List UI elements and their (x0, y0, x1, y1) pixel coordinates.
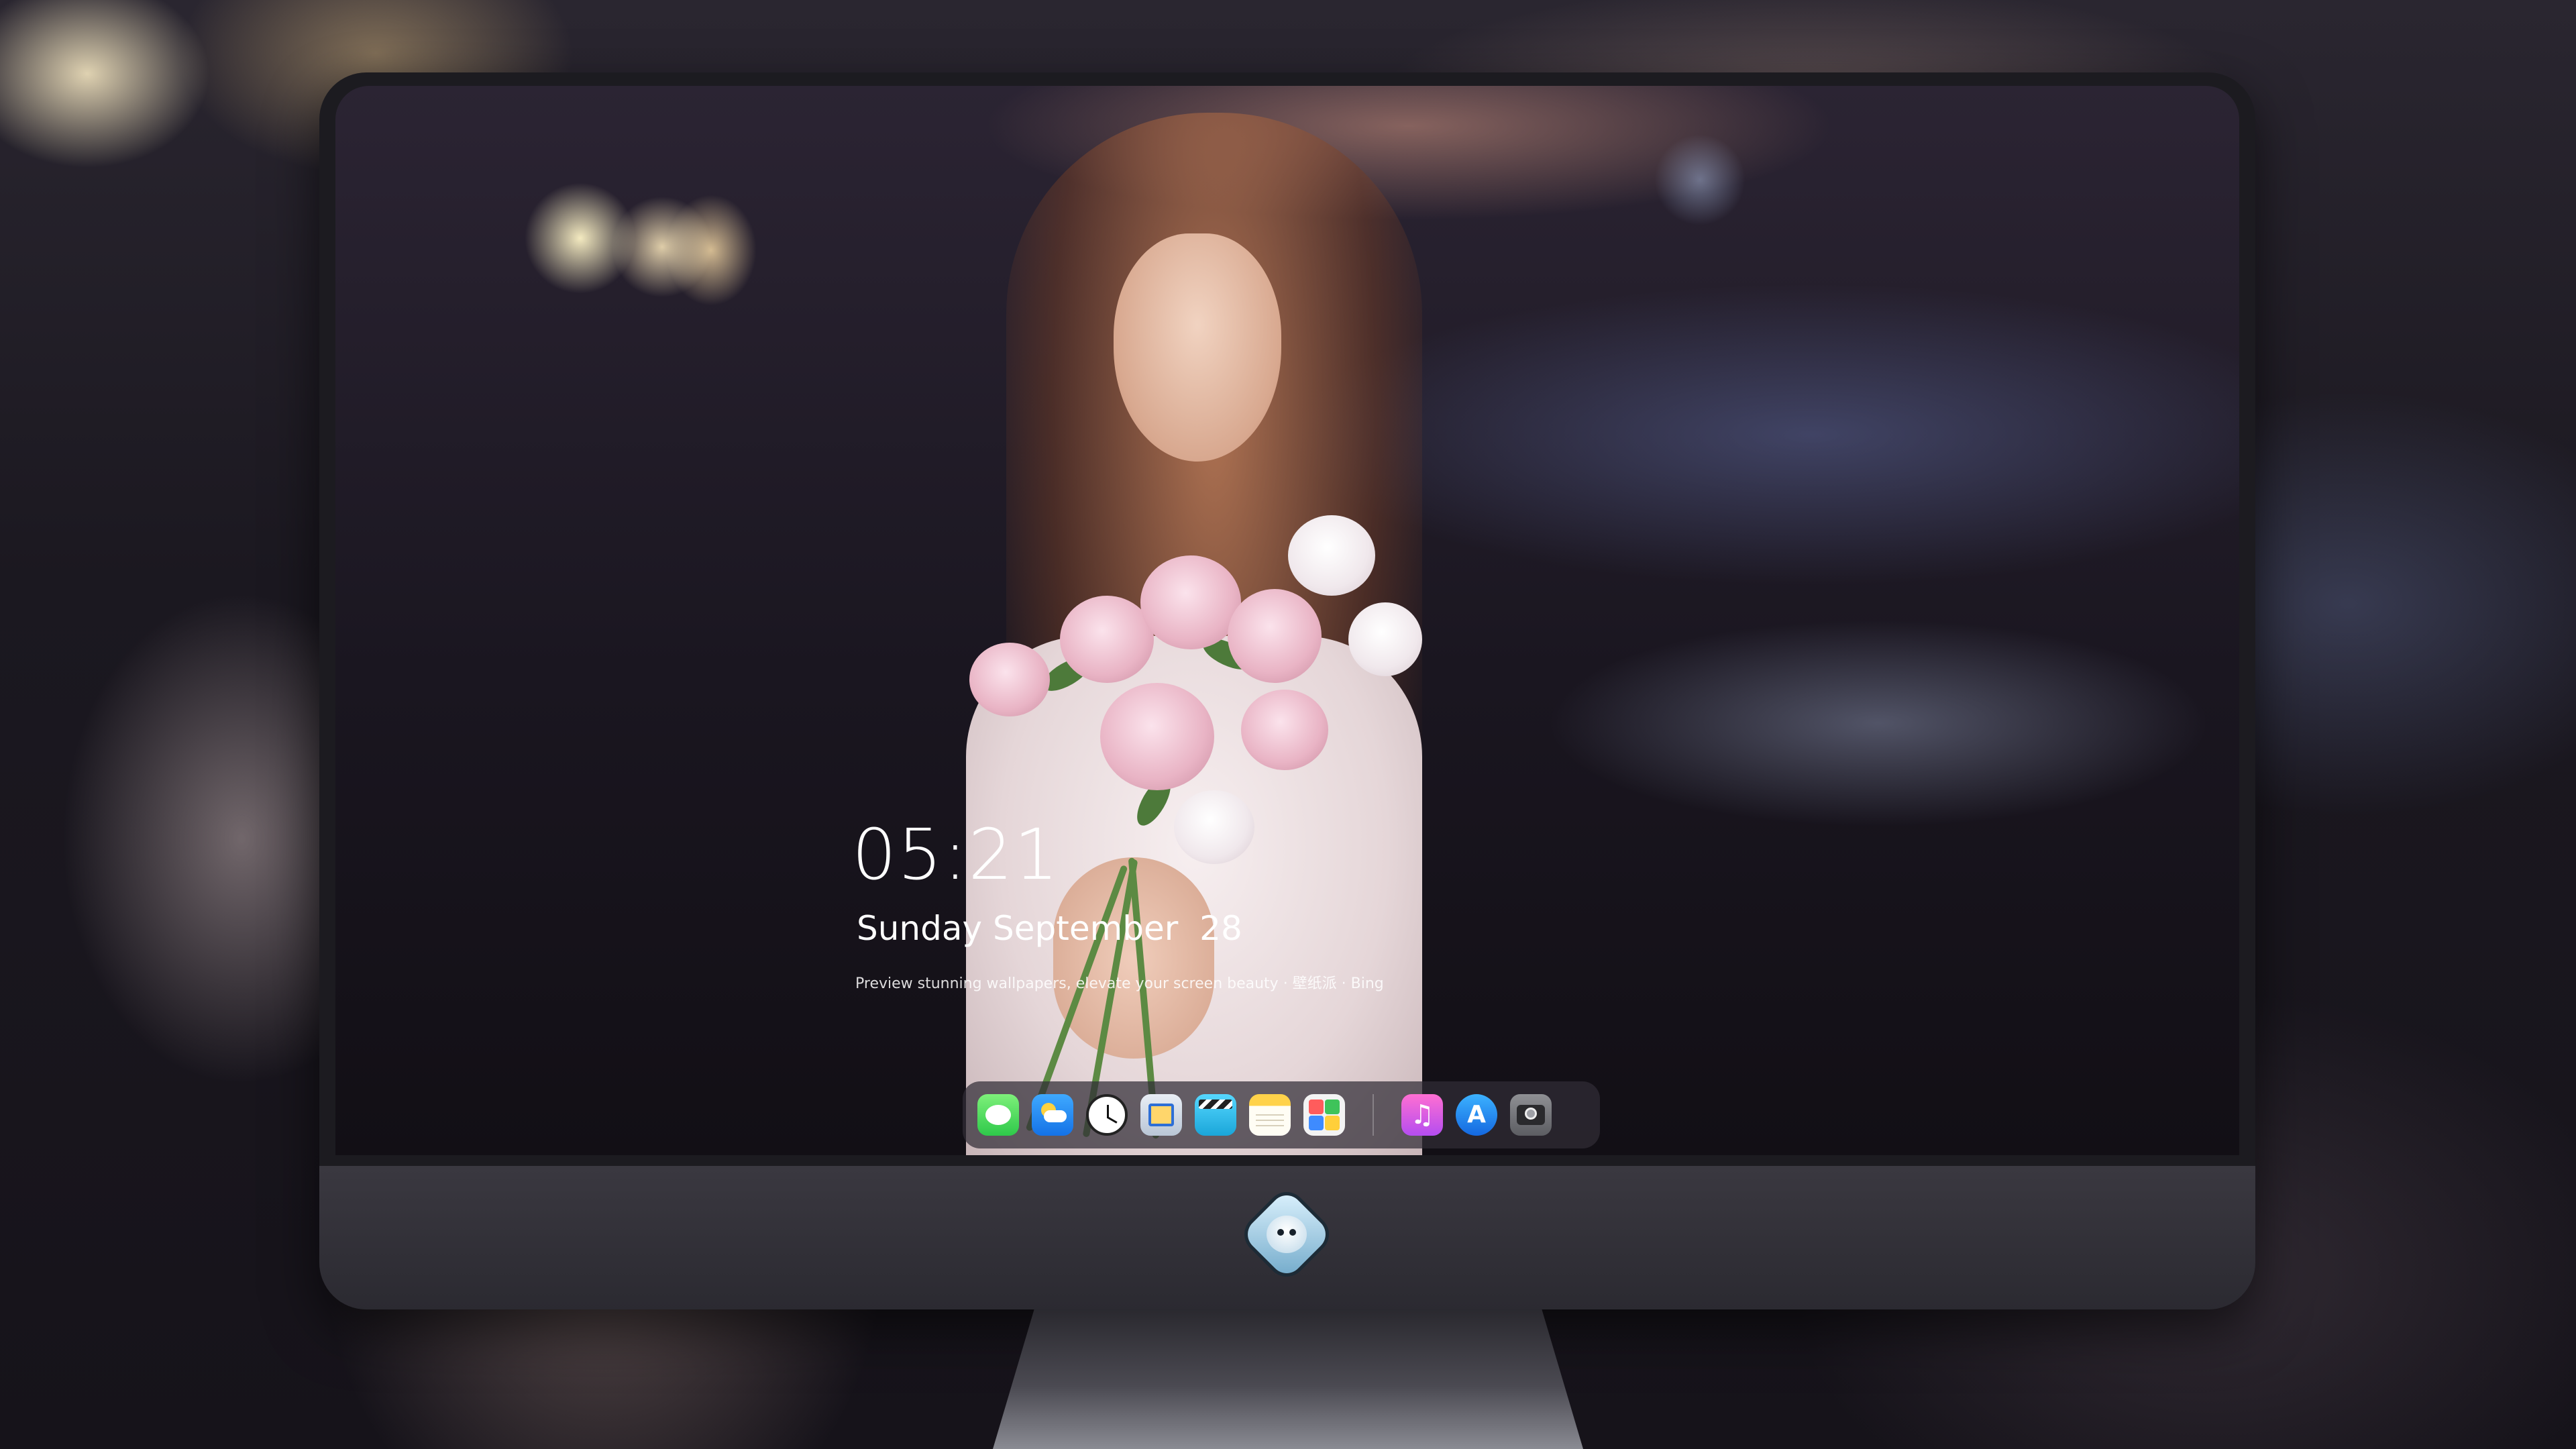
mascot-eye (1277, 1229, 1284, 1236)
white-flower (1348, 602, 1422, 676)
camera-icon[interactable] (1510, 1094, 1552, 1136)
wallpaper-face (1114, 233, 1281, 462)
rose-flower (969, 643, 1050, 716)
music-note-icon[interactable]: ♫ (1401, 1094, 1443, 1136)
clapperboard-icon[interactable] (1195, 1094, 1236, 1136)
monitor-screen: 05:21 Sunday September 28 Preview stunni… (335, 86, 2239, 1155)
rose-flower (1100, 683, 1214, 790)
dock: ♫ A (963, 1081, 1600, 1148)
rose-flower (1060, 596, 1154, 683)
mascot-eye (1289, 1229, 1296, 1236)
dock-separator (1373, 1094, 1374, 1136)
photos-icon[interactable] (1303, 1094, 1345, 1136)
white-flower (1288, 515, 1375, 596)
lockscreen-time: 05:21 (852, 814, 1060, 896)
rose-flower (1228, 589, 1322, 683)
app-store-icon[interactable]: A (1456, 1094, 1497, 1136)
messages-icon[interactable] (977, 1094, 1019, 1136)
wallpaper-caption: Preview stunning wallpapers, elevate you… (855, 975, 1384, 992)
lockscreen-date: Sunday September 28 (857, 909, 1242, 948)
notes-icon[interactable] (1249, 1094, 1291, 1136)
white-flower (1174, 790, 1254, 864)
weather-icon[interactable] (1032, 1094, 1073, 1136)
mascot-face-icon (1267, 1216, 1307, 1253)
preview-icon[interactable] (1140, 1094, 1182, 1136)
monitor-stand (993, 1309, 1583, 1449)
rose-flower (1241, 690, 1328, 770)
clock-icon[interactable] (1086, 1094, 1128, 1136)
rose-flower (1140, 555, 1241, 649)
